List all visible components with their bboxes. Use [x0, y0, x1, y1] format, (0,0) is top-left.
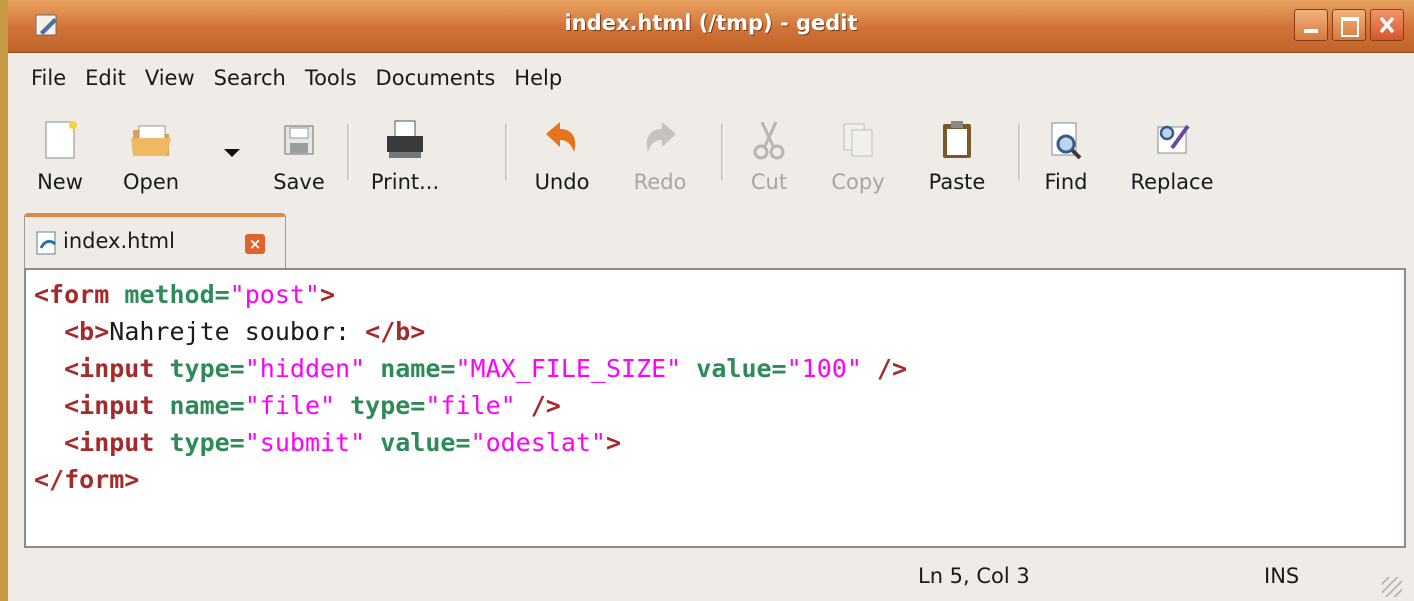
- open-recent-dropdown[interactable]: [216, 108, 246, 204]
- print-button[interactable]: Print...: [360, 108, 450, 204]
- folder-icon: [131, 125, 171, 156]
- menu-search[interactable]: Search: [207, 60, 293, 96]
- gedit-window: index.html (/tmp) - gedit File Edit View…: [0, 0, 1414, 601]
- close-icon: [1379, 16, 1395, 34]
- undo-arrow-icon: [546, 122, 576, 152]
- cursor-position: Ln 5, Col 3: [918, 564, 1030, 588]
- toolbar-separator: [1018, 124, 1021, 180]
- replace-button[interactable]: Replace: [1116, 108, 1228, 204]
- new-document-icon: [45, 121, 77, 159]
- code-line: <input type="hidden" name="MAX_FILE_SIZE…: [34, 354, 908, 383]
- desktop-edge: [0, 0, 8, 601]
- code-line: <form method="post">: [34, 280, 336, 309]
- toolbar: New Open Save Print... Undo Redo Cut Cop…: [26, 108, 1406, 204]
- toolbar-separator: [347, 124, 350, 180]
- titlebar[interactable]: index.html (/tmp) - gedit: [8, 0, 1414, 53]
- text-editor[interactable]: <form method="post"> <b>Nahrejte soubor:…: [24, 268, 1406, 548]
- menu-edit[interactable]: Edit: [78, 60, 133, 96]
- find-button[interactable]: Find: [1034, 108, 1098, 204]
- undo-button[interactable]: Undo: [518, 108, 606, 204]
- find-magnifier-icon: [1051, 122, 1082, 160]
- toolbar-separator: [721, 124, 724, 180]
- tab-close-icon[interactable]: ×: [245, 234, 265, 254]
- resize-grip-icon[interactable]: [1382, 577, 1402, 597]
- window-title: index.html (/tmp) - gedit: [564, 11, 858, 35]
- copy-icon: [843, 123, 873, 157]
- toolbar-separator: [505, 124, 508, 180]
- code-line: <b>Nahrejte soubor: </b>: [34, 317, 426, 346]
- redo-arrow-icon: [646, 122, 676, 152]
- new-button[interactable]: New: [26, 108, 94, 204]
- open-button[interactable]: Open: [106, 108, 196, 204]
- statusbar: Ln 5, Col 3 INS: [24, 552, 1406, 601]
- code-content[interactable]: <form method="post"> <b>Nahrejte soubor:…: [34, 276, 907, 498]
- clipboard-icon: [943, 121, 971, 158]
- code-line: <input type="submit" value="odeslat">: [34, 428, 622, 457]
- menu-file[interactable]: File: [24, 60, 73, 96]
- maximize-icon: [1341, 17, 1359, 37]
- minimize-button[interactable]: [1294, 9, 1328, 41]
- html-file-icon: [36, 231, 57, 255]
- dropdown-arrow-icon: [224, 149, 240, 157]
- tab-label: index.html: [63, 229, 175, 253]
- code-line: </form>: [34, 465, 140, 494]
- menu-tools[interactable]: Tools: [298, 60, 364, 96]
- insert-mode-indicator[interactable]: INS: [1264, 564, 1299, 588]
- maximize-button[interactable]: [1332, 9, 1366, 41]
- save-button[interactable]: Save: [264, 108, 334, 204]
- replace-icon: [1157, 124, 1190, 154]
- menu-help[interactable]: Help: [507, 60, 569, 96]
- scissors-icon: [753, 121, 785, 160]
- menu-view[interactable]: View: [138, 60, 202, 96]
- minimize-icon: [1304, 29, 1318, 33]
- cut-button[interactable]: Cut: [738, 108, 800, 204]
- close-window-button[interactable]: [1370, 9, 1404, 41]
- printer-icon: [387, 120, 423, 158]
- tab-index-html[interactable]: index.html ×: [24, 213, 286, 269]
- paste-button[interactable]: Paste: [912, 108, 1002, 204]
- code-line: <input name="file" type="file" />: [34, 391, 561, 420]
- save-icon: [284, 125, 314, 155]
- menu-documents[interactable]: Documents: [369, 60, 503, 96]
- redo-button[interactable]: Redo: [616, 108, 704, 204]
- copy-button[interactable]: Copy: [816, 108, 900, 204]
- menubar: File Edit View Search Tools Documents He…: [24, 56, 574, 100]
